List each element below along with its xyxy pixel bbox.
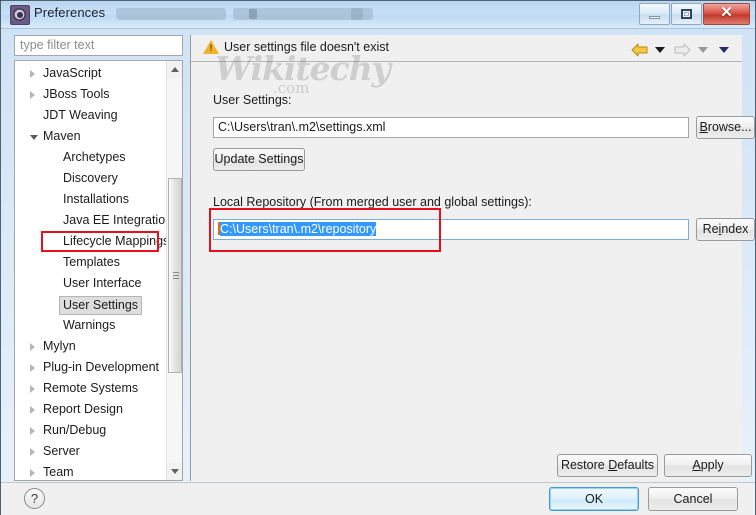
close-icon: ✕ — [720, 4, 733, 21]
apply-button[interactable]: Apply — [664, 454, 752, 477]
sidebar-item-label: JBoss Tools — [43, 87, 110, 101]
update-settings-button[interactable]: Update Settings — [213, 148, 305, 171]
local-repository-value: C:\Users\tran\.m2\repository — [220, 222, 377, 236]
filter-placeholder: type filter text — [20, 38, 95, 52]
sidebar-item-label: JDT Weaving — [43, 108, 118, 122]
user-settings-input[interactable]: C:\Users\tran\.m2\settings.xml — [213, 117, 689, 138]
sidebar-item-label: Archetypes — [63, 150, 126, 164]
sidebar-item-warnings[interactable]: Warnings — [15, 315, 167, 336]
chevron-right-icon[interactable] — [30, 385, 35, 393]
message-text: User settings file doesn't exist — [224, 40, 389, 54]
sidebar-item-label: Java EE Integration — [63, 213, 173, 227]
window-controls: ✕ — [638, 3, 750, 25]
maximize-button[interactable] — [671, 3, 702, 25]
sidebar-item-report-design[interactable]: Report Design — [15, 399, 167, 420]
sidebar-item-discovery[interactable]: Discovery — [15, 168, 167, 189]
sidebar-item-remote-systems[interactable]: Remote Systems — [15, 378, 167, 399]
chevron-right-icon[interactable] — [30, 70, 35, 78]
close-button[interactable]: ✕ — [703, 3, 750, 25]
sidebar-item-label: Mylyn — [43, 339, 76, 353]
ok-button[interactable]: OK — [549, 487, 639, 511]
sidebar-item-plug-in-development[interactable]: Plug-in Development — [15, 357, 167, 378]
minimize-button[interactable] — [639, 3, 670, 25]
sidebar-item-label: Team — [43, 465, 74, 479]
chevron-right-icon[interactable] — [30, 427, 35, 435]
sidebar-item-label: Server — [43, 444, 80, 458]
sidebar-item-label: JavaScript — [43, 66, 102, 80]
message-bar: User settings file doesn't exist — [191, 35, 742, 62]
sidebar-item-templates[interactable]: Templates — [15, 252, 167, 273]
gear-icon — [10, 5, 30, 25]
sidebar-item-label: Plug-in Development — [43, 360, 160, 374]
sidebar-item-label: Report Design — [43, 402, 123, 416]
tree-scrollbar[interactable] — [166, 61, 182, 480]
cancel-button[interactable]: Cancel — [648, 487, 738, 511]
chevron-down-icon[interactable] — [30, 135, 38, 140]
sidebar-item-server[interactable]: Server — [15, 441, 167, 462]
sidebar-item-label: Discovery — [63, 171, 118, 185]
warning-icon — [203, 40, 219, 54]
content-pane: User settings file doesn't exist — [190, 35, 755, 481]
forward-dropdown-icon — [697, 46, 708, 53]
dialog-footer: ? OK Cancel — [1, 483, 755, 515]
sidebar-item-team[interactable]: Team — [15, 462, 167, 480]
browse-button[interactable]: Browse... — [696, 116, 755, 139]
user-settings-label: User Settings: — [213, 93, 292, 107]
reindex-button[interactable]: Reindex — [696, 218, 755, 241]
chevron-right-icon[interactable] — [30, 364, 35, 372]
sidebar-item-archetypes[interactable]: Archetypes — [15, 147, 167, 168]
sidebar-item-javascript[interactable]: JavaScript — [15, 63, 167, 84]
sidebar-item-label: Maven — [43, 129, 81, 143]
local-repository-label: Local Repository (From merged user and g… — [213, 195, 532, 209]
sidebar-item-user-interface[interactable]: User Interface — [15, 273, 167, 294]
chevron-right-icon[interactable] — [30, 91, 35, 99]
sidebar-item-label: User Interface — [63, 276, 142, 290]
sidebar-item-label: Remote Systems — [43, 381, 139, 395]
help-button[interactable]: ? — [24, 488, 45, 509]
sidebar-item-label: Warnings — [63, 318, 116, 332]
chevron-right-icon[interactable] — [30, 469, 35, 477]
scroll-up-button[interactable] — [167, 61, 182, 78]
back-arrow-icon[interactable] — [631, 43, 648, 57]
sidebar-item-label: Lifecycle Mappings — [63, 234, 170, 248]
sidebar-item-installations[interactable]: Installations — [15, 189, 167, 210]
filter-input[interactable]: type filter text — [14, 35, 183, 56]
chevron-right-icon[interactable] — [30, 406, 35, 414]
sidebar-item-label: Installations — [63, 192, 130, 206]
sidebar-item-maven[interactable]: Maven — [15, 126, 167, 147]
window-title: Preferences — [34, 5, 106, 20]
sidebar-item-java-ee-integration[interactable]: Java EE Integration — [15, 210, 172, 231]
sidebar-item-label: Run/Debug — [43, 423, 107, 437]
preferences-dialog: Preferences ✕ type filter text JavaScrip… — [0, 0, 756, 515]
scrollbar-thumb[interactable] — [168, 178, 182, 373]
sidebar-item-lifecycle-mappings[interactable]: Lifecycle Mappings — [15, 231, 170, 252]
history-navigation — [631, 41, 734, 57]
scroll-down-button[interactable] — [167, 463, 182, 480]
background-window-ghost-3 — [351, 8, 363, 20]
sidebar-item-user-settings[interactable]: User Settings — [15, 294, 167, 315]
chevron-right-icon[interactable] — [30, 343, 35, 351]
view-menu-icon[interactable] — [719, 46, 729, 53]
sidebar-item-label: User Settings — [59, 296, 143, 315]
preferences-tree[interactable]: JavaScript JBoss Tools JDT Weaving Maven Arc… — [14, 60, 183, 481]
local-repository-input[interactable]: C:\Users\tran\.m2\repository — [213, 219, 689, 240]
sidebar-item-label: Templates — [63, 255, 120, 269]
back-dropdown-icon[interactable] — [654, 46, 665, 53]
scrollbar-grip-icon — [173, 272, 179, 279]
restore-defaults-button[interactable]: Restore Defaults — [557, 454, 658, 477]
sidebar-item-run-debug[interactable]: Run/Debug — [15, 420, 167, 441]
user-settings-value: C:\Users\tran\.m2\settings.xml — [218, 120, 386, 134]
forward-arrow-icon — [674, 43, 691, 57]
sidebar-item-jdt-weaving[interactable]: JDT Weaving — [15, 105, 167, 126]
title-bar: Preferences ✕ — [1, 1, 755, 29]
sidebar-item-jboss-tools[interactable]: JBoss Tools — [15, 84, 167, 105]
background-window-ghost-1 — [116, 8, 226, 20]
sidebar-item-mylyn[interactable]: Mylyn — [15, 336, 167, 357]
chevron-right-icon[interactable] — [30, 448, 35, 456]
dialog-body: type filter text JavaScript JBoss Tools JD… — [7, 29, 755, 481]
